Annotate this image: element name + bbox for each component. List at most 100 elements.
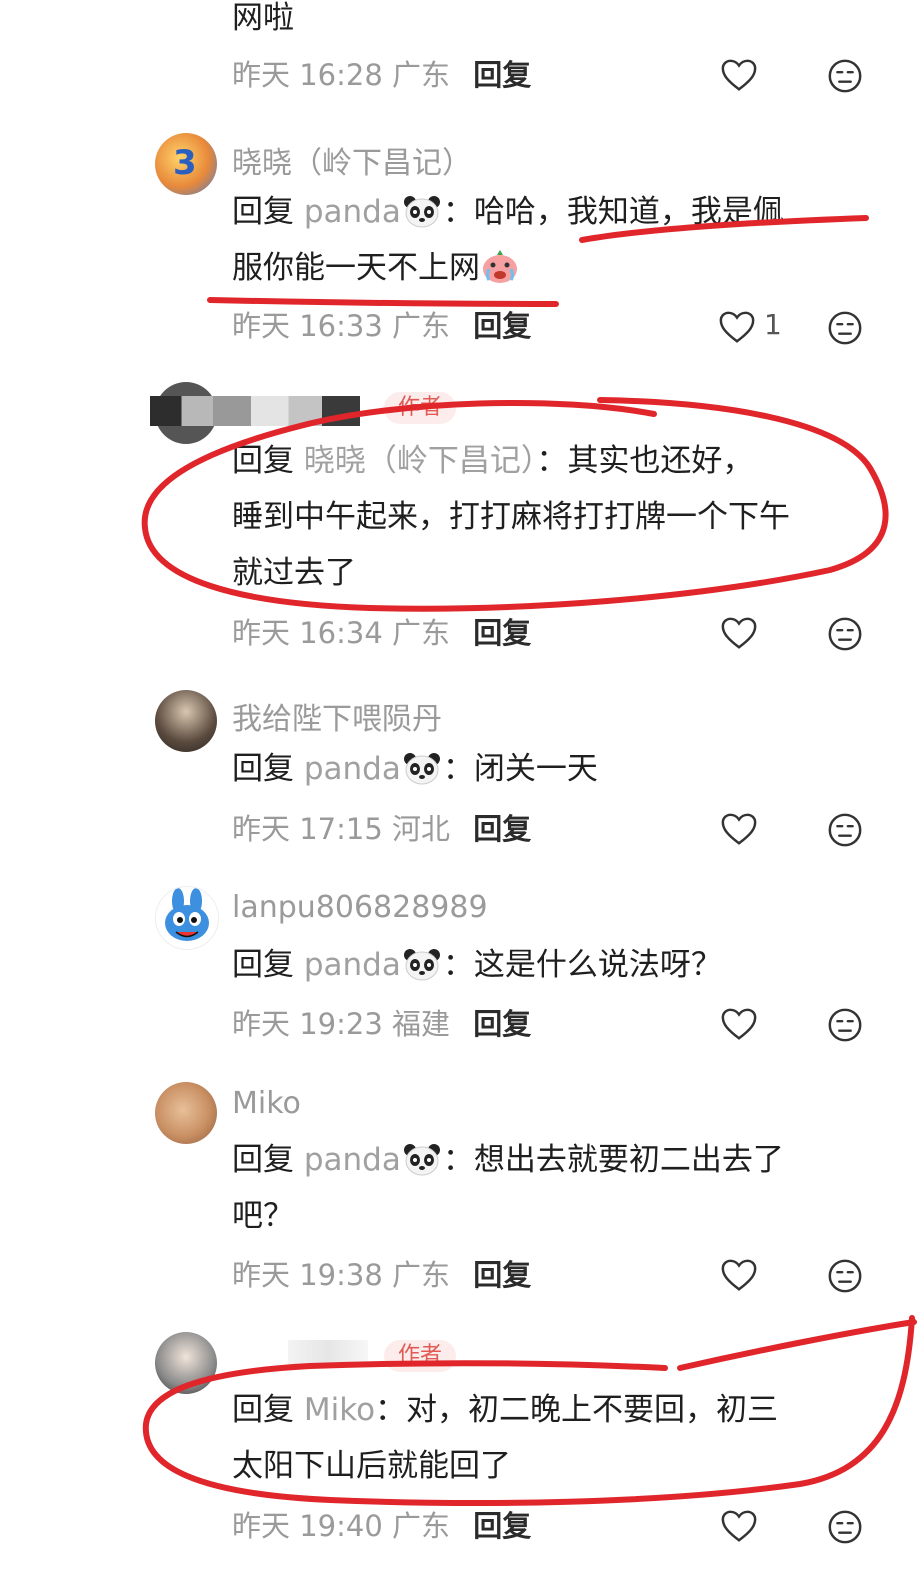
reply-button[interactable]: 回复 <box>473 309 531 343</box>
reply-button[interactable]: 回复 <box>473 616 531 650</box>
comment-text: 回复 panda ：闭关一天 <box>232 741 598 797</box>
meta-time: 17:15 <box>299 812 383 846</box>
avatar[interactable] <box>155 690 217 752</box>
heart-outline-icon[interactable] <box>718 309 756 347</box>
comment-text: 回复 panda ：这是什么说法呀？ <box>232 937 722 993</box>
commenter-name[interactable]: 晓晓（岭下昌记） <box>232 138 472 182</box>
comment-line: 对，初二晚上不要回，初三 <box>406 1392 779 1428</box>
rabbit-avatar-image <box>165 888 209 941</box>
reply-target[interactable]: panda <box>304 194 401 230</box>
panda-emoji <box>403 1144 440 1176</box>
heart-outline-icon[interactable] <box>720 1257 758 1295</box>
separator: ： <box>442 751 474 787</box>
expressionless-face-icon[interactable] <box>826 615 864 653</box>
avatar[interactable]: 3 <box>155 133 217 195</box>
avatar[interactable] <box>155 1332 217 1394</box>
censored-username <box>150 396 360 426</box>
meta-date: 昨天 <box>232 616 291 650</box>
reply-button[interactable]: 回复 <box>473 812 531 846</box>
heart-outline-icon[interactable] <box>720 811 758 849</box>
panda-emoji <box>403 949 440 981</box>
heart-outline-icon[interactable] <box>720 615 758 653</box>
reply-button[interactable]: 回复 <box>473 1007 531 1041</box>
crying-emoji <box>483 250 517 283</box>
commenter-name[interactable]: Miko <box>232 1086 301 1121</box>
reply-button[interactable]: 回复 <box>473 1509 531 1543</box>
expressionless-face-icon[interactable] <box>826 309 864 347</box>
comment-line: 睡到中午起来，打打麻将打打牌一个下午 <box>232 499 790 535</box>
meta-date: 昨天 <box>232 1007 291 1041</box>
comment-text: 回复 晓晓（岭下昌记）：其实也还好， <box>232 433 753 489</box>
separator: ： <box>536 443 568 479</box>
meta-region: 河北 <box>392 812 451 846</box>
author-badge: 作者 <box>384 392 457 424</box>
comment-meta: 昨天 19:23 福建 回复 <box>232 1004 531 1044</box>
expressionless-face-icon[interactable] <box>826 1508 864 1546</box>
comment-meta: 昨天 16:34 广东 回复 <box>232 613 531 653</box>
avatar[interactable] <box>155 1082 217 1144</box>
heart-outline-icon[interactable] <box>720 57 758 95</box>
comment-line: 太阳下山后就能回了 <box>232 1448 511 1484</box>
avatar[interactable] <box>155 886 219 950</box>
meta-region: 广东 <box>392 1258 451 1292</box>
expressionless-face-icon[interactable] <box>826 1006 864 1044</box>
separator: ： <box>375 1392 407 1428</box>
meta-region: 福建 <box>392 1007 451 1041</box>
meta-date: 昨天 <box>232 1258 291 1292</box>
reply-target[interactable]: panda <box>304 751 401 787</box>
reply-prefix: 回复 <box>232 194 294 230</box>
heart-outline-icon[interactable] <box>720 1508 758 1546</box>
reply-prefix: 回复 <box>232 443 294 479</box>
expressionless-face-icon[interactable] <box>826 57 864 95</box>
meta-region: 广东 <box>392 616 451 650</box>
meta-region: 广东 <box>392 1509 451 1543</box>
meta-time: 16:33 <box>299 309 383 343</box>
reply-button[interactable]: 回复 <box>473 58 531 92</box>
separator: ： <box>442 194 474 230</box>
meta-time: 16:28 <box>299 58 383 92</box>
meta-date: 昨天 <box>232 812 291 846</box>
reply-prefix: 回复 <box>232 1392 294 1428</box>
like-count: 1 <box>764 308 782 341</box>
reply-button[interactable]: 回复 <box>473 1258 531 1292</box>
commenter-name[interactable]: lanpu806828989 <box>232 890 488 925</box>
meta-date: 昨天 <box>232 1509 291 1543</box>
meta-date: 昨天 <box>232 309 291 343</box>
reply-prefix: 回复 <box>232 947 294 983</box>
author-badge: 作者 <box>384 1340 457 1372</box>
comment-line: 哈哈，我知道，我是佩 <box>473 194 784 230</box>
comment-line: 服你能一天不上网 <box>232 250 480 286</box>
underline-annotation <box>207 297 559 307</box>
commenter-name[interactable]: 我给陛下喂陨丹 <box>232 694 442 738</box>
reply-target[interactable]: 晓晓（岭下昌记） <box>304 443 537 479</box>
meta-region: 广东 <box>392 58 451 92</box>
comment-text: 回复 panda ：哈哈，我知道，我是佩 <box>232 184 784 240</box>
comment-meta: 昨天 16:33 广东 回复 <box>232 306 531 346</box>
censored-username <box>288 1340 368 1366</box>
comment-line: 吧？ <box>232 1198 294 1234</box>
separator: ： <box>442 1142 474 1178</box>
circle-annotation <box>677 1319 917 1371</box>
expressionless-face-icon[interactable] <box>826 1257 864 1295</box>
comment-meta: 昨天 19:38 广东 回复 <box>232 1255 531 1295</box>
meta-region: 广东 <box>392 309 451 343</box>
comment-line: 闭关一天 <box>473 751 598 787</box>
meta-time: 19:40 <box>299 1509 383 1543</box>
comment-text-line2: 服你能一天不上网 <box>232 240 520 296</box>
panda-emoji <box>403 753 440 785</box>
comment-line: 其实也还好， <box>567 443 754 479</box>
meta-date: 昨天 <box>232 58 291 92</box>
reply-target[interactable]: panda <box>304 947 401 983</box>
reply-prefix: 回复 <box>232 1142 294 1178</box>
comment-line: 想出去就要初二出去了 <box>473 1142 784 1178</box>
expressionless-face-icon[interactable] <box>826 811 864 849</box>
comment-text: 回复 Miko：对，初二晚上不要回，初三 <box>232 1382 778 1438</box>
separator: ： <box>442 947 474 983</box>
panda-emoji <box>403 196 440 228</box>
reply-target[interactable]: panda <box>304 1142 401 1178</box>
heart-outline-icon[interactable] <box>720 1006 758 1044</box>
comment-text: 回复 panda ：想出去就要初二出去了 <box>232 1132 784 1188</box>
reply-target[interactable]: Miko <box>304 1392 375 1428</box>
meta-time: 19:38 <box>299 1258 383 1292</box>
comment-line: 这是什么说法呀？ <box>473 947 722 983</box>
